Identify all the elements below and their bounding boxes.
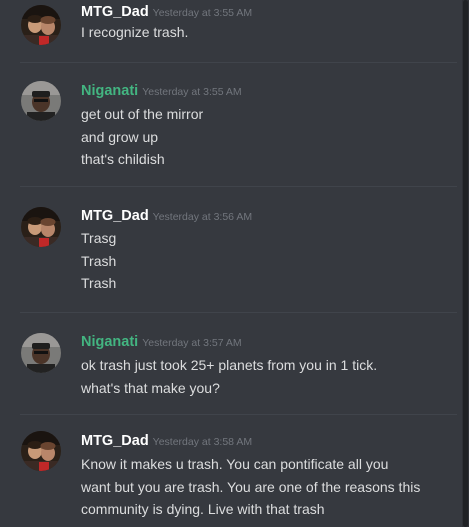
message-divider (20, 414, 457, 415)
message-divider (20, 62, 457, 63)
author-name[interactable]: MTG_Dad (81, 208, 149, 224)
avatar[interactable] (21, 431, 61, 471)
message-text: community is dying. Live with that trash (81, 501, 325, 517)
message-text: Trash (81, 275, 117, 291)
message-list: MTG_Dad Yesterday at 3:55 AM I recognize … (0, 0, 462, 527)
mtg-dad-avatar-icon (21, 431, 61, 471)
timestamp: Yesterday at 3:55 AM (142, 86, 242, 98)
niganati-avatar-icon (21, 333, 61, 373)
message-text: ok trash just took 25+ planets from you … (81, 357, 378, 373)
author-name[interactable]: MTG_Dad (81, 4, 149, 20)
niganati-avatar-icon (21, 81, 61, 121)
scrollbar[interactable] (462, 0, 469, 527)
message-divider (20, 312, 457, 313)
message-text: Trash (81, 252, 117, 269)
message-text: and grow up (81, 128, 159, 145)
timestamp: Yesterday at 3:58 AM (152, 436, 253, 448)
author-name[interactable]: Niganati (81, 83, 138, 99)
message-text: want but you are trash. You are one of t… (81, 478, 421, 495)
timestamp: Yesterday at 3:55 AM (152, 7, 253, 19)
message-text: Trasg (81, 230, 117, 246)
avatar[interactable] (21, 207, 61, 247)
message-text: that's childish (81, 151, 165, 167)
message-text: I recognize trash. (81, 24, 189, 40)
message-text: Know it makes u trash. You can pontifica… (81, 456, 389, 472)
mtg-dad-avatar-icon (21, 207, 61, 247)
author-name[interactable]: MTG_Dad (81, 433, 149, 449)
message-text: what's that make you? (81, 379, 220, 396)
avatar[interactable] (21, 5, 61, 45)
message-divider (20, 186, 457, 187)
timestamp: Yesterday at 3:57 AM (142, 337, 242, 349)
scrollbar-thumb[interactable] (463, 0, 468, 527)
mtg-dad-avatar-icon (21, 5, 61, 45)
avatar[interactable] (21, 81, 61, 121)
message-text: get out of the mirror (81, 106, 204, 122)
author-name[interactable]: Niganati (81, 334, 138, 350)
avatar[interactable] (21, 333, 61, 373)
timestamp: Yesterday at 3:56 AM (152, 211, 253, 223)
